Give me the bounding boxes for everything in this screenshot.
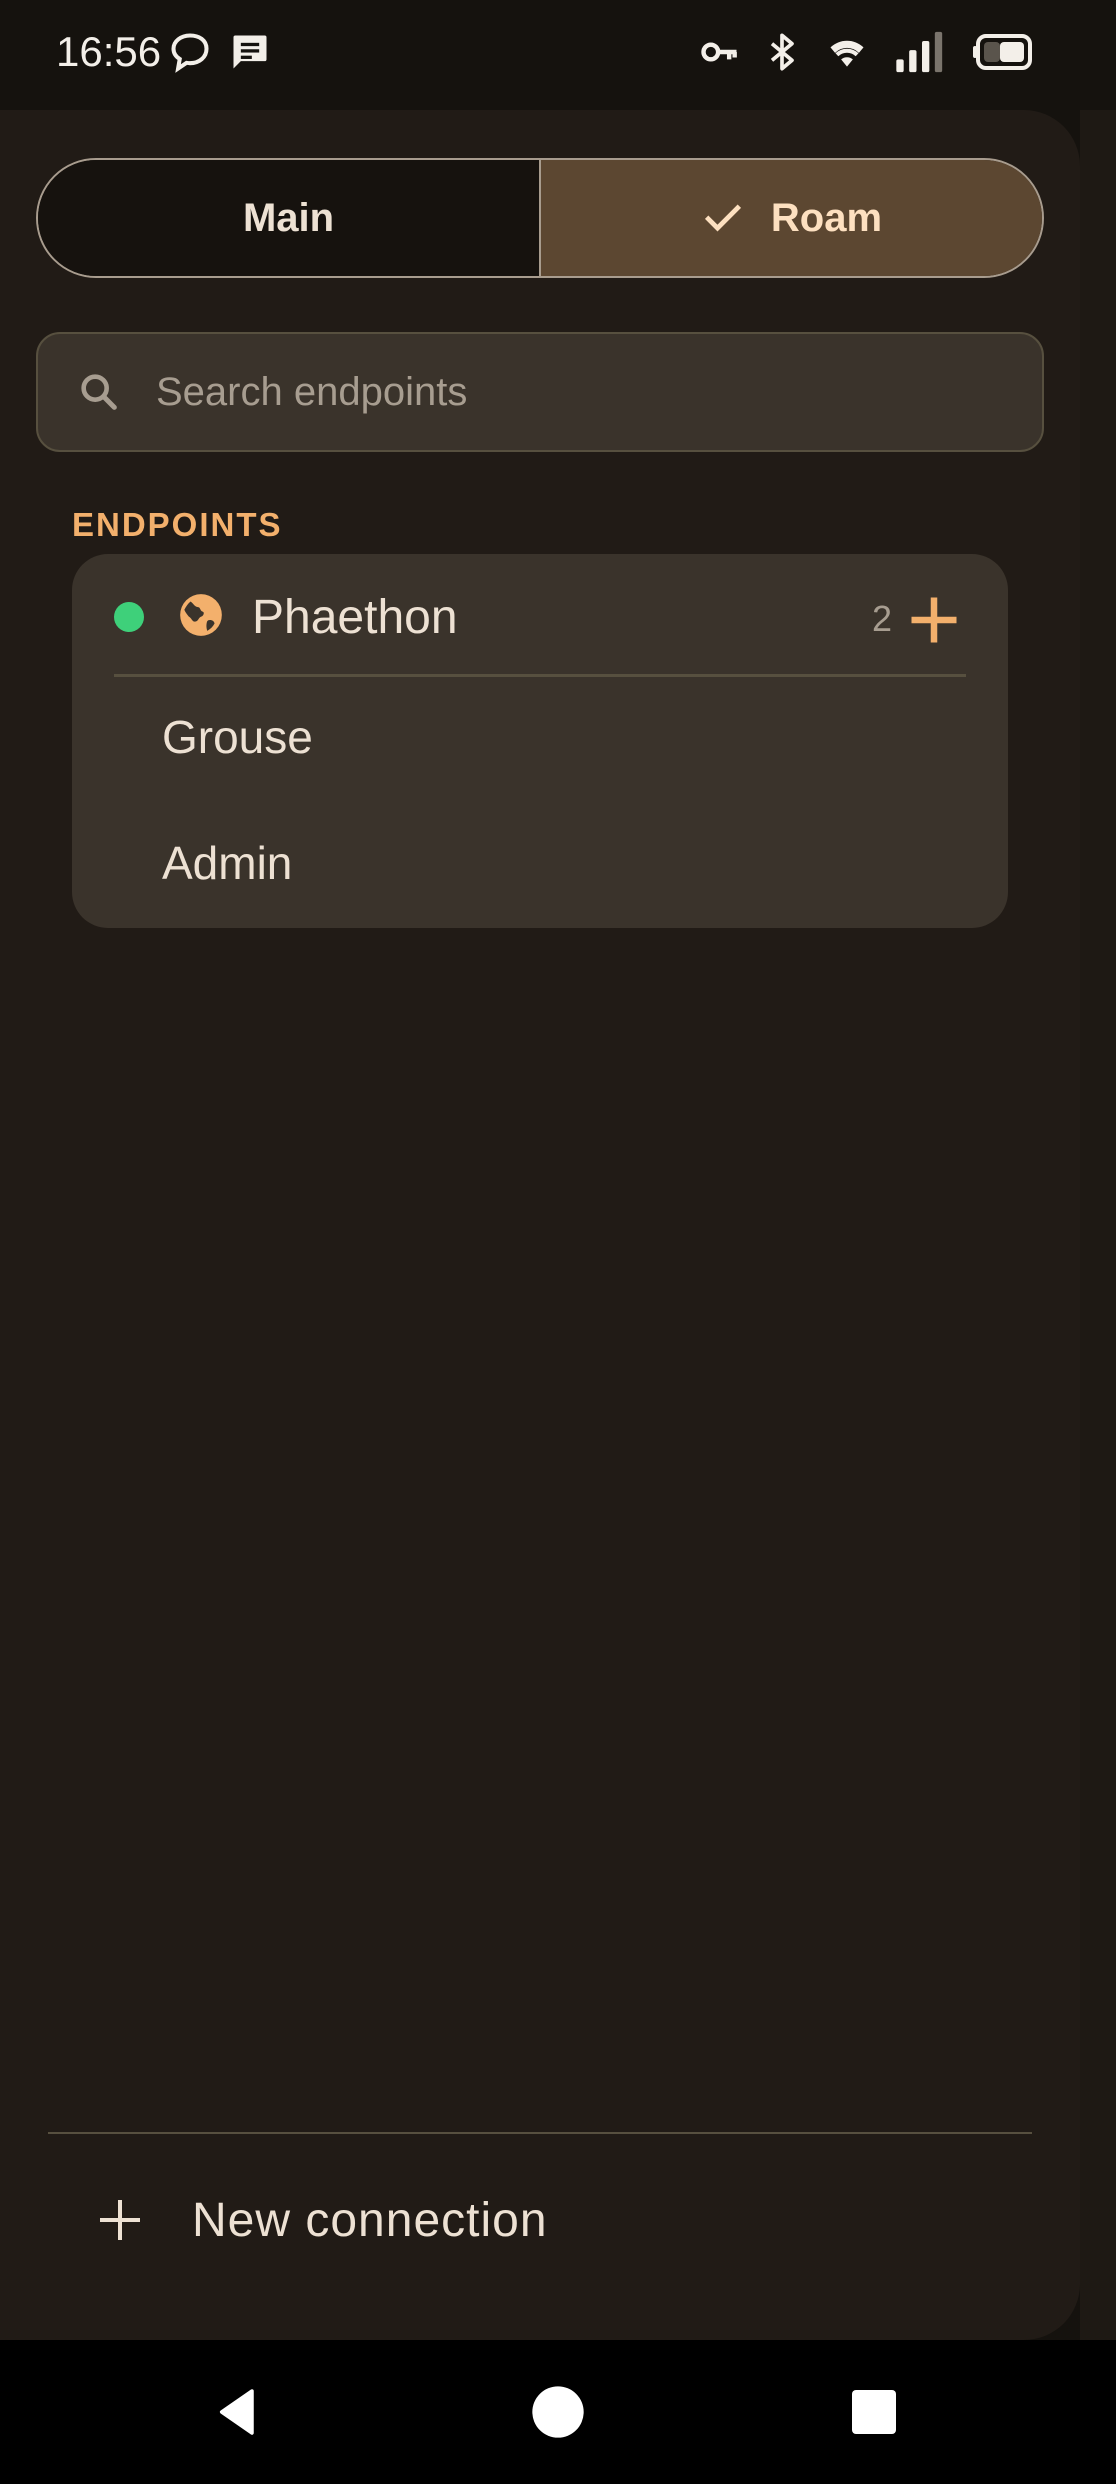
status-dot: [114, 602, 144, 632]
recents-icon[interactable]: [850, 2388, 898, 2436]
endpoint-group-header[interactable]: Phaethon 2: [72, 554, 1008, 674]
system-nav-bar: [0, 2340, 1116, 2484]
segment-main-label: Main: [242, 195, 335, 240]
footer-divider: [48, 2132, 1032, 2134]
add-icon[interactable]: [904, 590, 964, 650]
background-strip: [1080, 110, 1116, 2340]
card-divider: [114, 674, 966, 677]
segment-roam[interactable]: Roam: [539, 160, 1042, 276]
bluetooth-icon: [762, 30, 802, 79]
back-icon[interactable]: [210, 2384, 266, 2440]
message-icon: [228, 30, 272, 79]
status-bar: 16:56: [0, 0, 1116, 110]
check-icon: [704, 204, 741, 232]
status-time: 16:56: [56, 28, 162, 75]
home-icon[interactable]: [530, 2384, 586, 2440]
segment-main[interactable]: Main: [38, 160, 539, 276]
plus-icon: [100, 2200, 140, 2240]
signal-icon: [892, 30, 952, 79]
endpoint-item[interactable]: Grouse: [162, 710, 313, 764]
navigation-drawer: Main Roam ENDPOINTS Phaethon 2 Grouse Ad…: [0, 110, 1080, 2340]
search-bar[interactable]: [36, 332, 1044, 452]
search-input[interactable]: [156, 369, 956, 415]
new-connection-button[interactable]: New connection: [48, 2150, 1032, 2290]
key-icon: [698, 30, 742, 79]
globe-icon: [180, 594, 222, 636]
endpoint-group-name: Phaethon: [252, 591, 458, 644]
endpoint-group-card: Phaethon 2 Grouse Admin: [72, 554, 1008, 928]
segment-roam-label: Roam: [770, 195, 883, 240]
endpoints-section-label: ENDPOINTS: [72, 506, 283, 543]
new-connection-label: New connection: [192, 2193, 548, 2247]
battery-icon: [972, 30, 1036, 79]
endpoint-item[interactable]: Admin: [162, 836, 292, 890]
wifi-icon: [822, 30, 872, 79]
chat-bubble-icon: [168, 30, 212, 79]
endpoint-count: 2: [872, 598, 893, 639]
mode-toggle: Main Roam: [36, 158, 1044, 278]
search-icon: [81, 374, 117, 410]
